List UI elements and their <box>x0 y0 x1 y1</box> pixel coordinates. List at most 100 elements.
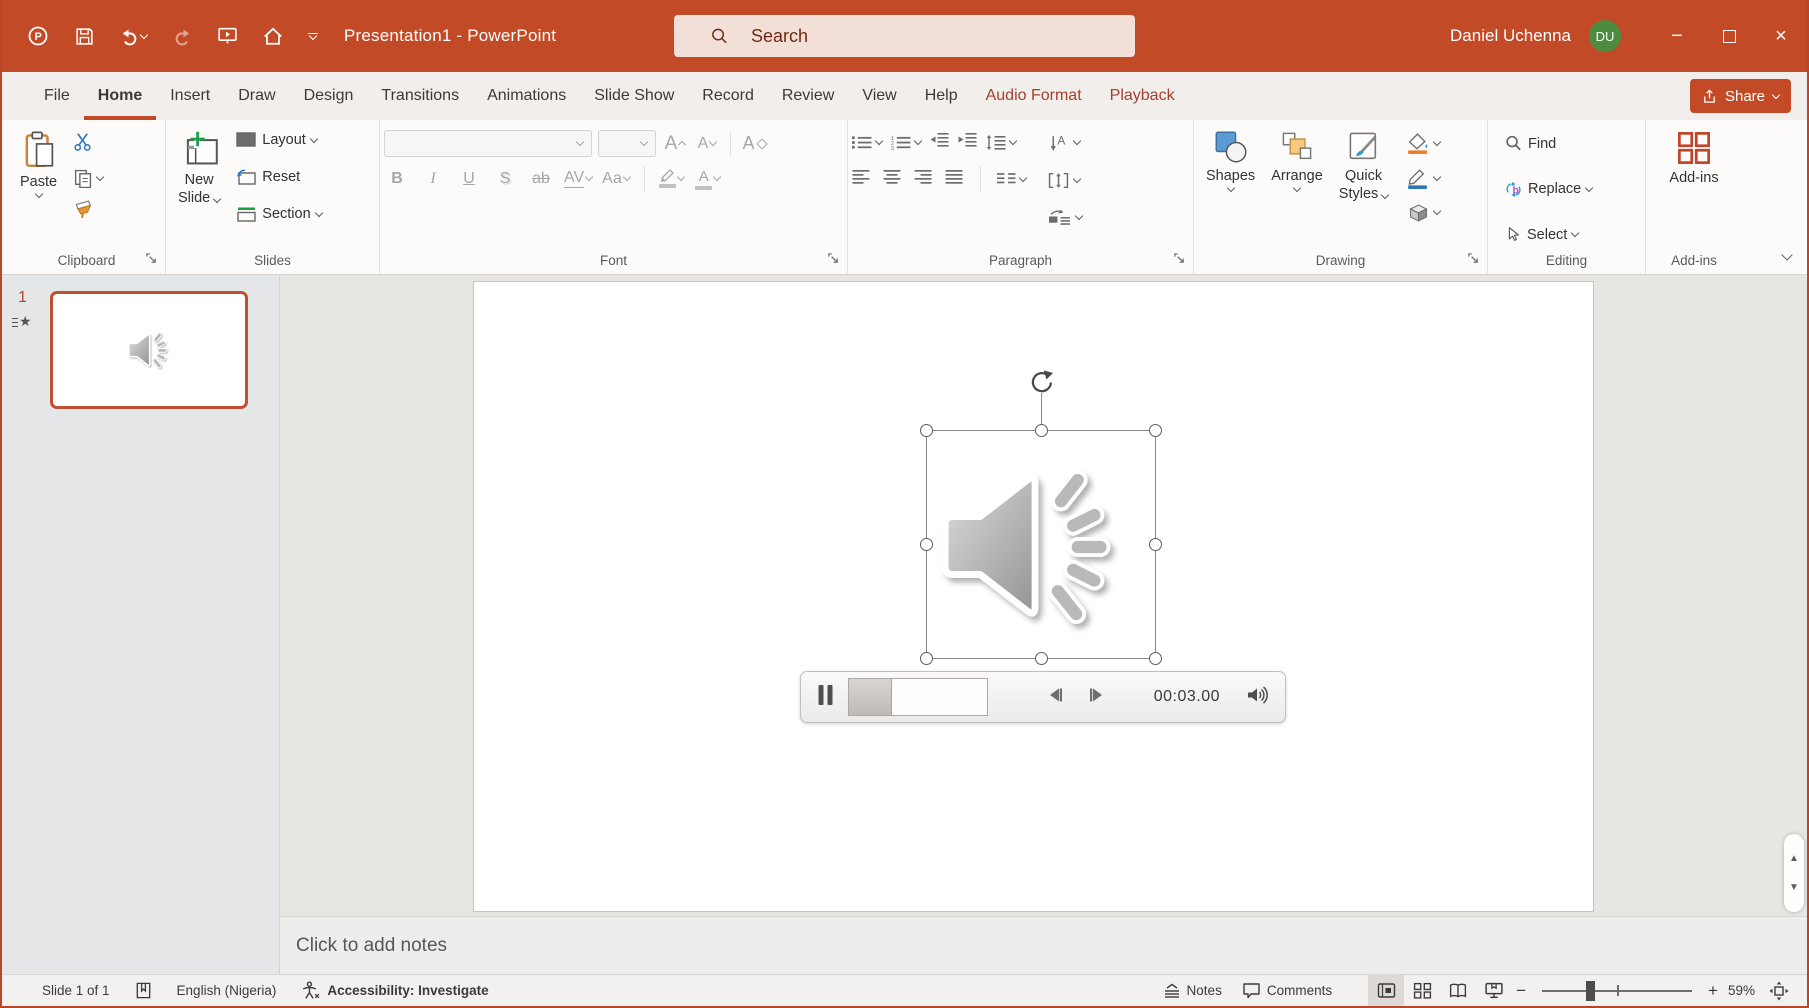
font-name-combo[interactable] <box>384 130 592 157</box>
copy-dropdown-icon[interactable] <box>96 172 104 180</box>
text-direction-button[interactable]: A <box>1044 132 1086 153</box>
mute-volume-button[interactable] <box>1246 685 1269 710</box>
replace-dropdown-icon[interactable] <box>1585 183 1593 191</box>
share-dropdown-icon[interactable] <box>1772 90 1780 98</box>
pause-button[interactable] <box>817 684 834 711</box>
redo-button[interactable] <box>171 26 193 46</box>
comments-button[interactable]: Comments <box>1232 975 1342 1006</box>
bold-button[interactable]: B <box>384 165 410 192</box>
reset-button[interactable]: Reset <box>232 167 325 187</box>
shape-outline-button[interactable] <box>1402 165 1444 191</box>
tab-slide-show[interactable]: Slide Show <box>580 72 688 120</box>
start-slideshow-icon[interactable] <box>217 26 238 46</box>
tab-file[interactable]: File <box>30 72 84 120</box>
resize-handle-bottom-left[interactable] <box>920 652 933 665</box>
language-button[interactable]: English (Nigeria) <box>167 975 287 1006</box>
change-case-button[interactable]: Aa <box>602 165 630 192</box>
rotate-handle-icon[interactable] <box>1028 369 1055 401</box>
shapes-dropdown-icon[interactable] <box>1226 184 1234 192</box>
zoom-level[interactable]: 59% <box>1722 975 1761 1006</box>
columns-button[interactable] <box>997 172 1026 187</box>
save-icon[interactable] <box>74 26 95 47</box>
shape-fill-dropdown-icon[interactable] <box>1433 137 1441 145</box>
close-button[interactable]: × <box>1755 0 1807 72</box>
select-dropdown-icon[interactable] <box>1571 229 1579 237</box>
text-shadow-button[interactable]: S <box>492 165 518 192</box>
shape-effects-button[interactable] <box>1402 200 1444 224</box>
slide-1-thumbnail[interactable] <box>50 291 248 409</box>
text-direction-dropdown-icon[interactable] <box>1073 137 1081 145</box>
resize-handle-middle-left[interactable] <box>920 538 933 551</box>
shape-effects-dropdown-icon[interactable] <box>1433 206 1441 214</box>
reading-view-button[interactable] <box>1440 975 1476 1006</box>
slideshow-view-button[interactable] <box>1476 975 1512 1006</box>
minimize-button[interactable]: − <box>1651 0 1703 72</box>
resize-handle-middle-right[interactable] <box>1149 538 1162 551</box>
move-forward-button[interactable] <box>1086 685 1106 710</box>
notes-pane[interactable]: Click to add notes <box>280 916 1807 974</box>
smartart-dropdown-icon[interactable] <box>1075 212 1083 220</box>
notes-toggle-button[interactable]: Notes <box>1153 975 1232 1006</box>
decrease-font-size-button[interactable]: A <box>694 130 720 157</box>
increase-font-size-button[interactable]: A <box>662 130 688 157</box>
tab-playback[interactable]: Playback <box>1096 72 1189 120</box>
strikethrough-button[interactable]: ab <box>528 165 554 192</box>
undo-dropdown-icon[interactable] <box>140 30 148 38</box>
align-text-button[interactable] <box>1044 170 1086 191</box>
clear-formatting-button[interactable]: A <box>741 130 767 157</box>
zoom-out-button[interactable]: − <box>1512 981 1530 1001</box>
tab-insert[interactable]: Insert <box>156 72 224 120</box>
justify-button[interactable] <box>945 169 964 189</box>
arrange-button[interactable]: Arrange <box>1263 128 1331 193</box>
normal-view-button[interactable] <box>1368 975 1404 1006</box>
maximize-button[interactable] <box>1703 0 1755 72</box>
tab-transitions[interactable]: Transitions <box>367 72 473 120</box>
resize-handle-bottom-center[interactable] <box>1035 652 1048 665</box>
resize-handle-top-right[interactable] <box>1149 424 1162 437</box>
customize-qat-icon[interactable] <box>308 33 318 40</box>
tab-review[interactable]: Review <box>768 72 848 120</box>
vertical-scrollbar[interactable]: ▲ ▼ <box>1784 834 1804 912</box>
slide-sorter-view-button[interactable] <box>1404 975 1440 1006</box>
tab-view[interactable]: View <box>848 72 910 120</box>
quick-styles-button[interactable]: Quick Styles <box>1331 128 1397 205</box>
font-color-button[interactable]: A <box>695 165 721 192</box>
italic-button[interactable]: I <box>420 165 446 192</box>
section-button[interactable]: Section <box>232 204 325 224</box>
slide-indicator[interactable]: Slide 1 of 1 <box>32 975 120 1006</box>
numbering-button[interactable]: 123 <box>891 135 921 150</box>
new-slide-dropdown-icon[interactable] <box>213 195 221 203</box>
user-name[interactable]: Daniel Uchenna <box>1450 26 1571 46</box>
zoom-slider-handle[interactable] <box>1586 981 1595 1001</box>
font-size-combo[interactable] <box>598 130 656 157</box>
format-painter-button[interactable] <box>73 200 103 224</box>
zoom-slider[interactable] <box>1542 990 1692 992</box>
line-spacing-button[interactable] <box>986 135 1016 150</box>
text-highlight-button[interactable] <box>659 165 685 192</box>
clipboard-dialog-launcher-icon[interactable] <box>146 252 157 267</box>
drawing-dialog-launcher-icon[interactable] <box>1468 252 1479 267</box>
layout-button[interactable]: Layout <box>232 130 325 150</box>
tab-help[interactable]: Help <box>911 72 972 120</box>
section-dropdown-icon[interactable] <box>314 208 322 216</box>
quick-styles-dropdown-icon[interactable] <box>1381 191 1389 199</box>
shape-fill-button[interactable] <box>1402 130 1444 156</box>
animation-star-icon[interactable]: ★ <box>12 313 32 330</box>
addins-button[interactable]: Add-ins <box>1661 128 1726 189</box>
align-center-button[interactable] <box>883 169 902 189</box>
search-input[interactable]: Search <box>674 15 1135 57</box>
paragraph-dialog-launcher-icon[interactable] <box>1174 252 1185 267</box>
home-icon[interactable] <box>262 26 284 46</box>
shapes-button[interactable]: Shapes <box>1198 128 1263 193</box>
resize-handle-top-center[interactable] <box>1035 424 1048 437</box>
speaker-icon[interactable] <box>933 443 1131 648</box>
convert-smartart-button[interactable] <box>1044 207 1086 228</box>
layout-dropdown-icon[interactable] <box>310 134 318 142</box>
tab-home[interactable]: Home <box>84 72 156 120</box>
share-button[interactable]: Share <box>1690 79 1791 113</box>
select-button[interactable]: Select <box>1500 223 1582 246</box>
collapse-ribbon-button[interactable] <box>1783 246 1791 264</box>
spellcheck-button[interactable] <box>124 975 163 1006</box>
underline-button[interactable]: U <box>456 165 482 192</box>
resize-handle-top-left[interactable] <box>920 424 933 437</box>
